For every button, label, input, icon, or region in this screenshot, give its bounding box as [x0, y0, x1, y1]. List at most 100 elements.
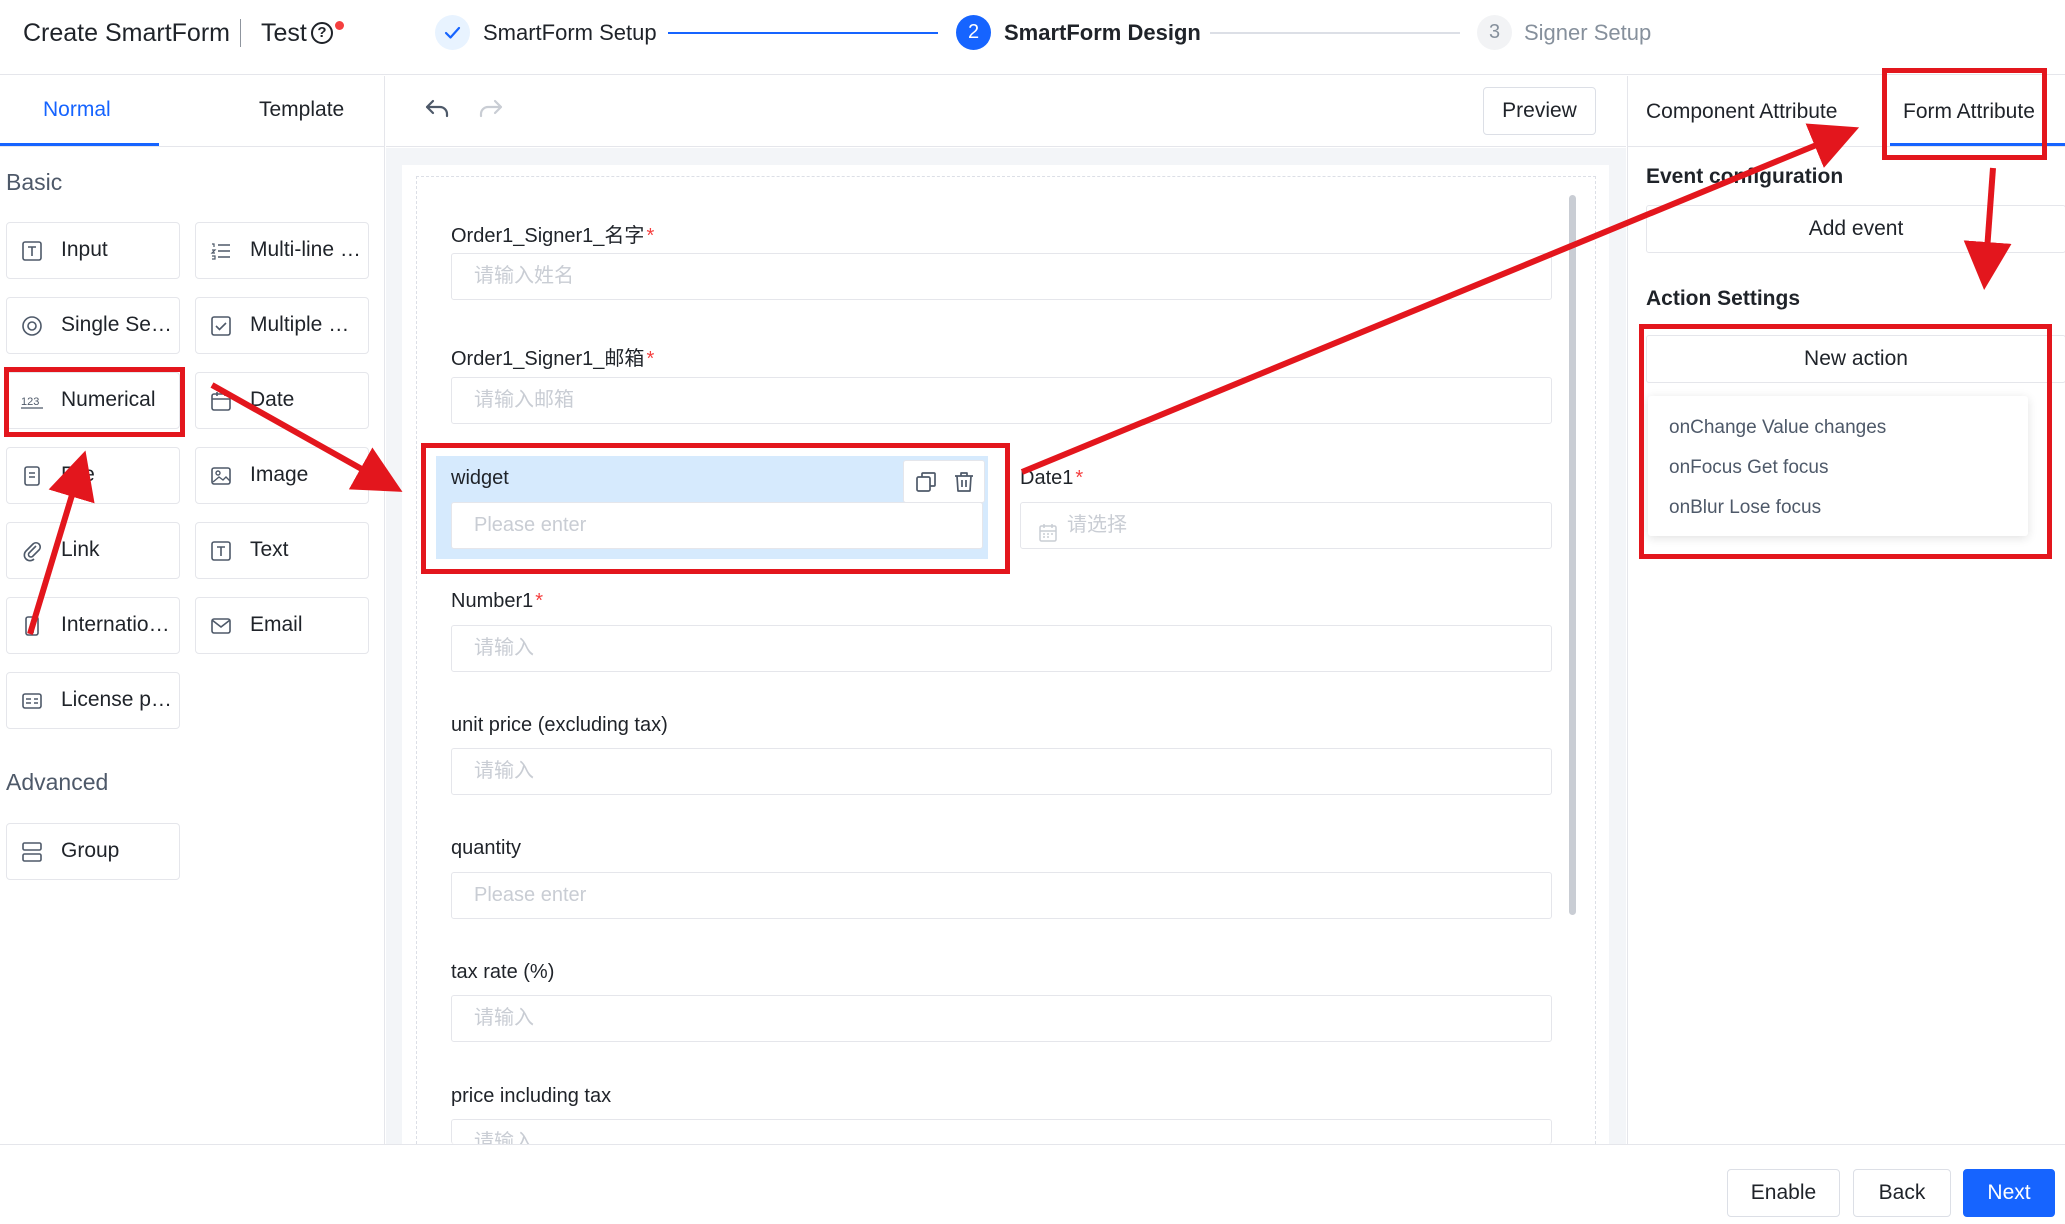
- field-input-quantity[interactable]: Please enter: [451, 872, 1552, 919]
- help-icon[interactable]: ?: [311, 22, 333, 44]
- required-mark: *: [1075, 467, 1084, 489]
- field-input-price-incl-tax[interactable]: 请输入: [451, 1119, 1552, 1144]
- active-tab-indicator: [0, 143, 159, 146]
- group-icon: [21, 841, 43, 863]
- component-email[interactable]: Email: [195, 597, 369, 654]
- checkbox-icon: [210, 315, 232, 337]
- component-date[interactable]: Date: [195, 372, 369, 429]
- highlight-box-form-attribute: [1882, 68, 2047, 160]
- next-button[interactable]: Next: [1963, 1169, 2055, 1217]
- required-mark: *: [646, 225, 655, 247]
- step-connector-2: [1210, 32, 1460, 34]
- tab-component-attribute[interactable]: Component Attribute: [1646, 100, 1837, 124]
- redo-icon[interactable]: [476, 94, 506, 124]
- phone-icon: [21, 615, 43, 637]
- radio-icon: [21, 315, 43, 337]
- step-1-check-icon: [435, 15, 470, 50]
- list-icon: [210, 240, 232, 262]
- component-group[interactable]: Group: [6, 823, 180, 880]
- document-name[interactable]: Test: [261, 19, 307, 48]
- field-input-unit-price[interactable]: 请输入: [451, 748, 1552, 795]
- field-label-price-incl-tax: price including tax: [451, 1085, 612, 1107]
- required-mark: *: [535, 590, 544, 612]
- component-palette: Normal Template Basic Input Multi-line t…: [0, 76, 385, 1144]
- add-event-button[interactable]: Add event: [1646, 205, 2065, 253]
- component-international-phone[interactable]: International Phone: [6, 597, 180, 654]
- field-label-quantity: quantity: [451, 837, 522, 859]
- component-label: Multi-line text: [250, 238, 362, 261]
- component-image[interactable]: Image: [195, 447, 369, 504]
- highlight-box-numerical: [4, 367, 185, 437]
- step-3-number: 3: [1477, 15, 1512, 50]
- id-card-icon: [21, 690, 43, 712]
- component-label: International Phone: [61, 613, 173, 636]
- tab-template[interactable]: Template: [259, 98, 344, 122]
- field-label-name: Order1_Signer1_名字 *: [451, 225, 655, 247]
- attribute-panel: Component Attribute Form Attribute Event…: [1627, 76, 2065, 1144]
- image-icon: [210, 465, 232, 487]
- advanced-section-title: Advanced: [6, 769, 109, 795]
- component-label: Text: [250, 538, 289, 561]
- component-input[interactable]: Input: [6, 222, 180, 279]
- basic-section-title: Basic: [6, 169, 63, 195]
- back-button[interactable]: Back: [1853, 1169, 1951, 1217]
- component-label: Group: [61, 839, 120, 862]
- canvas-toolbar: Preview: [386, 76, 1626, 147]
- top-bar: Create SmartForm Test ? SmartForm Setup …: [0, 0, 2065, 75]
- highlight-box-widget: [421, 443, 1010, 574]
- field-input-date[interactable]: 请选择: [1020, 502, 1552, 549]
- enable-button[interactable]: Enable: [1727, 1169, 1840, 1217]
- component-label: Image: [250, 463, 309, 486]
- field-label-date: Date1 *: [1020, 467, 1084, 489]
- component-label: Single Select: [61, 313, 173, 336]
- title-divider: [240, 19, 241, 47]
- notification-dot: [335, 21, 344, 30]
- component-multi-line-text[interactable]: Multi-line text: [195, 222, 369, 279]
- component-label: Link: [61, 538, 100, 561]
- text-field-icon: [21, 240, 43, 262]
- step-3-label[interactable]: Signer Setup: [1524, 20, 1651, 46]
- tab-normal[interactable]: Normal: [43, 98, 111, 122]
- canvas-scrollbar[interactable]: [1569, 195, 1576, 915]
- calendar-icon: [1038, 515, 1058, 542]
- preview-button[interactable]: Preview: [1483, 87, 1596, 135]
- calendar-icon: [210, 390, 232, 412]
- component-label: File: [61, 463, 95, 486]
- step-2-label[interactable]: SmartForm Design: [1004, 20, 1201, 46]
- date-placeholder: 请选择: [1067, 514, 1127, 536]
- undo-icon[interactable]: [422, 94, 452, 124]
- highlight-box-action-settings: [1639, 324, 2052, 559]
- component-label: License plate: [61, 688, 173, 711]
- field-label-number: Number1 *: [451, 590, 544, 612]
- step-connector-1: [668, 32, 938, 34]
- field-input-email[interactable]: 请输入邮箱: [451, 377, 1552, 424]
- component-label: Multiple Select: [250, 313, 362, 336]
- field-input-name[interactable]: 请输入姓名: [451, 253, 1552, 300]
- paperclip-icon: [21, 540, 43, 562]
- action-settings-heading: Action Settings: [1646, 287, 1801, 310]
- step-2-number: 2: [956, 15, 991, 50]
- field-label-email: Order1_Signer1_邮箱 *: [451, 348, 655, 370]
- field-input-tax-rate[interactable]: 请输入: [451, 995, 1552, 1042]
- component-single-select[interactable]: Single Select: [6, 297, 180, 354]
- component-file[interactable]: File: [6, 447, 180, 504]
- required-mark: *: [646, 348, 655, 370]
- field-label-tax-rate: tax rate (%): [451, 961, 555, 983]
- step-1-label[interactable]: SmartForm Setup: [483, 20, 657, 46]
- palette-tabs: Normal Template: [0, 76, 385, 147]
- mail-icon: [210, 615, 232, 637]
- footer-bar: Enable Back Next: [0, 1144, 2065, 1224]
- component-multiple-select[interactable]: Multiple Select: [195, 297, 369, 354]
- component-text[interactable]: Text: [195, 522, 369, 579]
- file-icon: [21, 465, 43, 487]
- event-configuration-heading: Event configuration: [1646, 165, 1844, 188]
- text-icon: [210, 540, 232, 562]
- app-title: Create SmartForm: [23, 19, 230, 47]
- field-label-unit-price: unit price (excluding tax): [451, 714, 668, 736]
- component-link[interactable]: Link: [6, 522, 180, 579]
- component-label: Input: [61, 238, 108, 261]
- field-input-number[interactable]: 请输入: [451, 625, 1552, 672]
- component-label: Email: [250, 613, 303, 636]
- component-license-plate[interactable]: License plate: [6, 672, 180, 729]
- component-label: Date: [250, 388, 295, 411]
